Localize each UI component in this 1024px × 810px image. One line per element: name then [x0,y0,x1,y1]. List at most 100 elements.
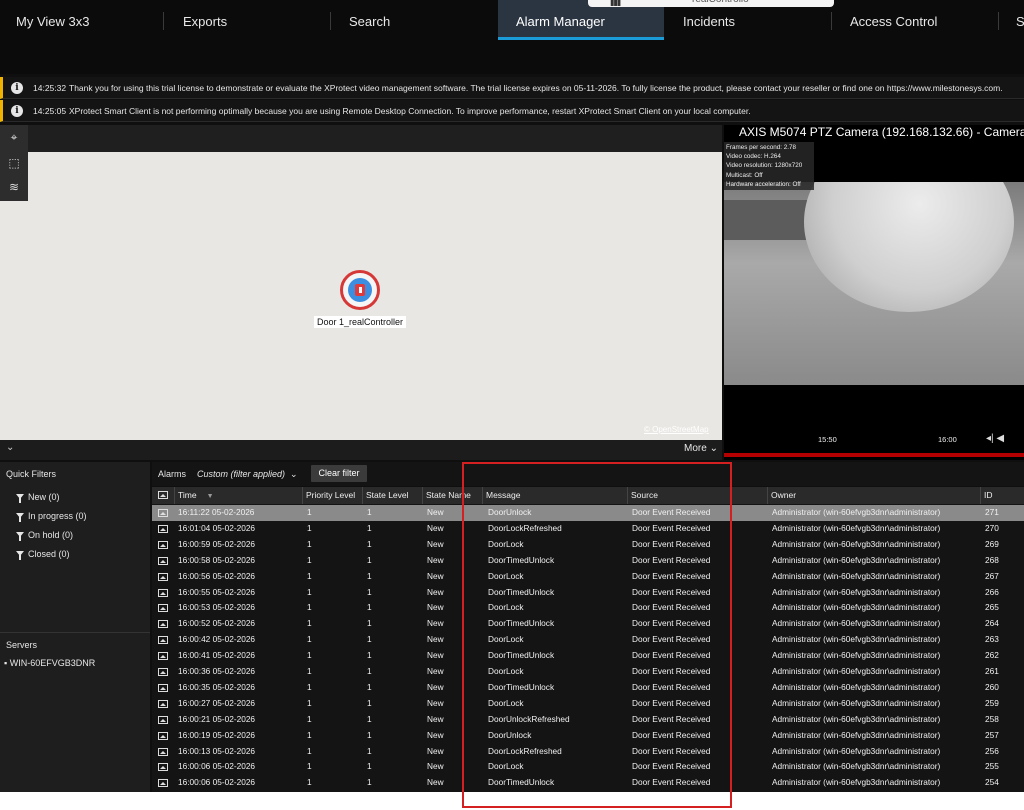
image-icon [158,572,168,581]
cell-source: Door Event Received [632,618,711,629]
cell-state: 1 [367,666,372,676]
floating-window-bar[interactable]: ▮▮▮ realControllo [588,0,834,7]
alarm-row[interactable]: 16:00:06 05-02-2026 1 1 New DoorTimedUnlock D… [152,775,1024,791]
tab-search[interactable]: Search [349,0,390,40]
alarm-row[interactable]: 16:00:19 05-02-2026 1 1 New DoorUnlock Door E… [152,728,1024,744]
crosshair-icon[interactable]: ⌖ [7,130,21,144]
alarm-row[interactable]: 16:00:59 05-02-2026 1 1 New DoorLock Door Eve… [152,537,1024,553]
cell-id: 271 [985,507,999,517]
alarm-row[interactable]: 16:00:13 05-02-2026 1 1 New DoorLockRefreshe… [152,744,1024,760]
cell-id: 267 [985,570,999,581]
notification-text: Thank you for using this trial license t… [69,83,1003,93]
filter-closed[interactable]: Closed (0) [16,549,70,560]
cell-source: Door Event Received [632,745,711,756]
cell-priority: 1 [307,681,312,692]
map-footer: ⌄ More ⌄ [0,440,722,460]
tab-more[interactable]: S [1016,0,1024,40]
alarm-row[interactable]: 16:00:52 05-02-2026 1 1 New DoorTimedUnlock D… [152,616,1024,632]
more-button[interactable]: More ⌄ [684,443,718,454]
column-id[interactable]: ID [980,487,1024,504]
cell-message: DoorTimedUnlock [488,650,555,661]
server-item[interactable]: ▪ WIN-60EFVGB3DNR [4,658,95,668]
map-header [0,125,722,152]
map-attribution[interactable]: © OpenStreetMap [644,425,709,434]
cell-source: Door Event Received [632,634,711,645]
cell-source: Door Event Received [632,538,711,549]
camera-view[interactable]: AXIS M5074 PTZ Camera (192.168.132.66) -… [724,125,1024,460]
cell-state: 1 [367,777,372,788]
camera-video[interactable] [724,182,1024,385]
cell-time: 16:00:13 05-02-2026 [178,745,256,756]
filter-on-hold[interactable]: On hold (0) [16,530,74,541]
cell-time: 16:00:55 05-02-2026 [178,586,256,597]
alarm-row[interactable]: 16:00:35 05-02-2026 1 1 New DoorTimedUnlock D… [152,680,1024,696]
filter-label: On hold (0) [28,530,74,540]
playback-controls-icon[interactable]: ◂| ◀ [986,433,1004,444]
alarm-row[interactable]: 16:00:41 05-02-2026 1 1 New DoorTimedUnlock D… [152,648,1024,664]
column-owner[interactable]: Owner [767,487,980,504]
cell-name: New [427,538,444,549]
cell-owner: Administrator (win-60efvgb3dnr\administr… [772,745,941,756]
alarm-row[interactable]: 16:00:53 05-02-2026 1 1 New DoorLock Door Eve… [152,600,1024,616]
alarm-filter-dropdown[interactable]: Custom (filter applied) ⌄ [197,469,298,480]
chevron-down-icon[interactable]: ⌄ [6,442,14,453]
image-icon [158,747,168,756]
alarm-row[interactable]: 16:00:42 05-02-2026 1 1 New DoorLock Door Eve… [152,632,1024,648]
alarm-row[interactable]: 16:00:21 05-02-2026 1 1 New DoorUnlockRefres… [152,712,1024,728]
filter-new[interactable]: New (0) [16,492,60,503]
column-time[interactable]: Time ▼ [174,487,302,504]
filter-in-progress[interactable]: In progress (0) [16,511,87,522]
tab-exports[interactable]: Exports [183,0,227,40]
tab-my-view[interactable]: My View 3x3 [16,0,89,40]
cell-priority: 1 [307,602,312,613]
column-state-level[interactable]: State Level [362,487,422,504]
column-source[interactable]: Source [627,487,767,504]
image-icon [158,668,168,676]
tab-separator [163,12,164,30]
alarm-row[interactable]: 16:00:06 05-02-2026 1 1 New DoorLock Door Eve… [152,759,1024,775]
door-marker[interactable] [340,270,380,310]
info-icon: i [11,82,23,94]
cell-priority: 1 [307,538,312,549]
column-priority[interactable]: Priority Level [302,487,362,504]
cell-time: 16:00:58 05-02-2026 [178,554,256,565]
column-state-name[interactable]: State Name [422,487,482,504]
stat-codec: Video codec: H.264 [726,153,781,161]
cell-source: Door Event Received [632,554,711,565]
camera-timeline[interactable]: 15:50 16:00 ◂| ◀ [724,430,1024,460]
cell-priority: 1 [307,634,312,645]
cell-name: New [427,602,444,613]
layers-icon[interactable]: ≋ [7,180,21,194]
tab-separator [330,12,331,30]
tab-access-control[interactable]: Access Control [850,0,937,40]
toolbar-strip [0,40,1024,74]
alarm-row[interactable]: 16:00:36 05-02-2026 1 1 New DoorLock Door Eve… [152,664,1024,680]
cell-state: 1 [367,729,372,740]
cell-message: DoorLock [488,697,524,708]
alarm-row[interactable]: 16:00:56 05-02-2026 1 1 New DoorLock Door Eve… [152,569,1024,585]
clear-filter-button[interactable]: Clear filter [311,465,367,482]
cell-source: Door Event Received [632,697,711,708]
alarm-row[interactable]: 16:00:58 05-02-2026 1 1 New DoorTimedUnlock D… [152,553,1024,569]
cell-id: 263 [985,634,999,645]
cell-source: Door Event Received [632,729,711,740]
servers-title: Servers [6,640,38,650]
alarm-row[interactable]: 16:00:27 05-02-2026 1 1 New DoorLock Door Eve… [152,696,1024,712]
cell-owner: Administrator (win-60efvgb3dnr\administr… [772,507,941,517]
image-icon [158,604,168,613]
alarm-row[interactable]: 16:11:22 05-02-2026 1 1 New DoorUnlock Door E… [152,505,1024,521]
cell-state: 1 [367,650,372,661]
column-message[interactable]: Message [482,487,627,504]
cell-state: 1 [367,713,372,724]
cell-owner: Administrator (win-60efvgb3dnr\administr… [772,618,941,629]
filter-icon [16,532,24,541]
cell-owner: Administrator (win-60efvgb3dnr\administr… [772,697,941,708]
select-area-icon[interactable]: ⬚ [7,156,21,170]
cell-message: DoorLock [488,634,524,645]
alarm-row[interactable]: 16:00:55 05-02-2026 1 1 New DoorTimedUnlock D… [152,585,1024,601]
alarm-row[interactable]: 16:01:04 05-02-2026 1 1 New DoorLockRefreshe… [152,521,1024,537]
cell-name: New [427,713,444,724]
cell-state: 1 [367,745,372,756]
map-attribution-link[interactable]: © OpenStreetMap [644,425,709,434]
cell-id: 268 [985,554,999,565]
